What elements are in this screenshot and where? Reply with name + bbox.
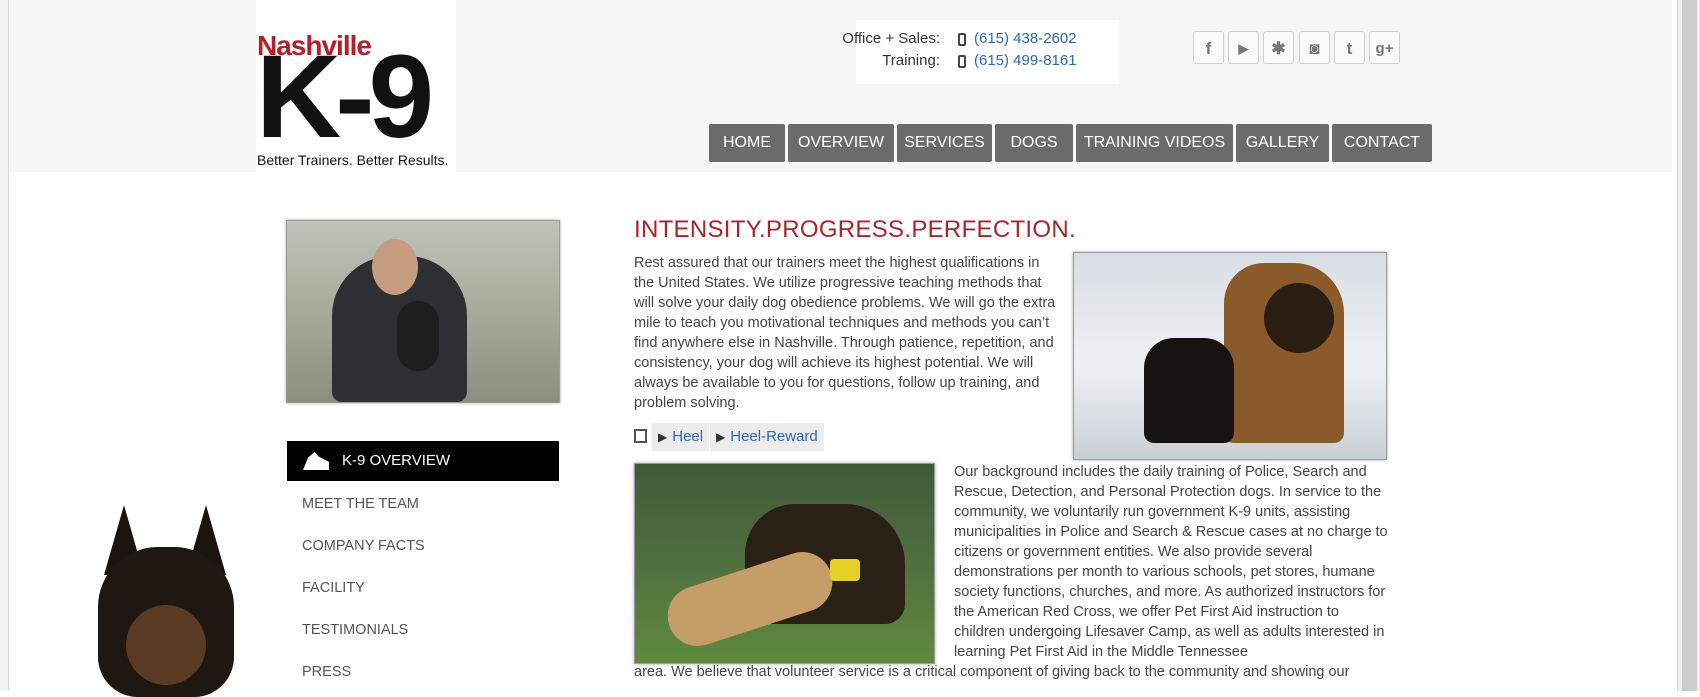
instagram-icon[interactable]: ◙ xyxy=(1299,31,1330,64)
mobile-phone-icon xyxy=(958,33,966,46)
nav-overview[interactable]: OVERVIEW xyxy=(788,124,894,162)
trainer-photo xyxy=(286,220,560,403)
logo-tagline: Better Trainers. Better Results. xyxy=(257,152,449,168)
bite-training-photo xyxy=(634,463,935,664)
video-label: Heel xyxy=(672,428,704,445)
scrollbar[interactable] xyxy=(1677,0,1700,691)
sidebar-item-label: K-9 OVERVIEW xyxy=(342,452,451,469)
dog-silhouette-icon xyxy=(303,452,329,470)
play-icon: ▶ xyxy=(658,430,668,444)
sidebar-item-facility[interactable]: FACILITY xyxy=(302,580,365,596)
nav-gallery[interactable]: GALLERY xyxy=(1236,124,1329,162)
dogs-in-snow-photo xyxy=(1073,252,1387,460)
background-paragraph: Our background includes the daily traini… xyxy=(954,464,1388,660)
video-label: Heel-Reward xyxy=(730,428,818,445)
nav-services[interactable]: SERVICES xyxy=(897,124,992,162)
youtube-icon[interactable]: ▶ xyxy=(1228,31,1259,64)
film-icon xyxy=(634,429,647,443)
volunteer-paragraph: area. We believe that volunteer service … xyxy=(634,664,1350,680)
dog-head-illustration xyxy=(86,505,256,697)
nav-dogs[interactable]: DOGS xyxy=(995,124,1073,162)
sidebar-item-meet-the-team[interactable]: MEET THE TEAM xyxy=(302,496,419,512)
scrollbar-thumb[interactable] xyxy=(1682,0,1697,691)
site-logo[interactable]: Nashville K-9 Better Trainers. Better Re… xyxy=(256,0,456,172)
mobile-phone-icon xyxy=(958,55,966,68)
phone-row-office: Office + Sales: (615) 438-2602 xyxy=(842,30,1118,52)
video-link-heel[interactable]: ▶ Heel xyxy=(652,423,710,451)
nav-training-videos[interactable]: TRAINING VIDEOS xyxy=(1076,124,1233,162)
logo-brand-main: K-9 xyxy=(256,31,434,163)
phone-link[interactable]: (615) 499-8161 xyxy=(974,52,1077,69)
sidebar-item-press[interactable]: PRESS xyxy=(302,664,351,680)
contact-phones: Office + Sales: (615) 438-2602 Training:… xyxy=(842,20,1118,84)
sidebar-item-testimonials[interactable]: TESTIMONIALS xyxy=(302,622,408,638)
google-plus-icon[interactable]: g+ xyxy=(1369,31,1400,64)
nav-contact[interactable]: CONTACT xyxy=(1332,124,1432,162)
twitter-icon[interactable]: t xyxy=(1334,31,1365,64)
facebook-icon[interactable]: f xyxy=(1193,31,1224,64)
window-frame-left xyxy=(0,0,9,691)
sidebar-item-k9-overview[interactable]: K-9 OVERVIEW xyxy=(287,441,559,481)
video-link-heel-reward[interactable]: ▶ Heel-Reward xyxy=(710,423,824,451)
phone-label: Office + Sales: xyxy=(842,30,940,47)
nav-home[interactable]: HOME xyxy=(709,124,785,162)
sidebar-item-company-facts[interactable]: COMPANY FACTS xyxy=(302,538,425,554)
play-icon: ▶ xyxy=(716,430,726,444)
phone-row-training: Training: (615) 499-8161 xyxy=(856,52,1118,74)
phone-label: Training: xyxy=(882,52,940,69)
intro-paragraph: Rest assured that our trainers meet the … xyxy=(634,255,1056,411)
phone-link[interactable]: (615) 438-2602 xyxy=(974,30,1077,47)
page-headline: INTENSITY.PROGRESS.PERFECTION. xyxy=(634,216,1076,243)
yelp-icon[interactable]: ✱ xyxy=(1263,31,1294,64)
